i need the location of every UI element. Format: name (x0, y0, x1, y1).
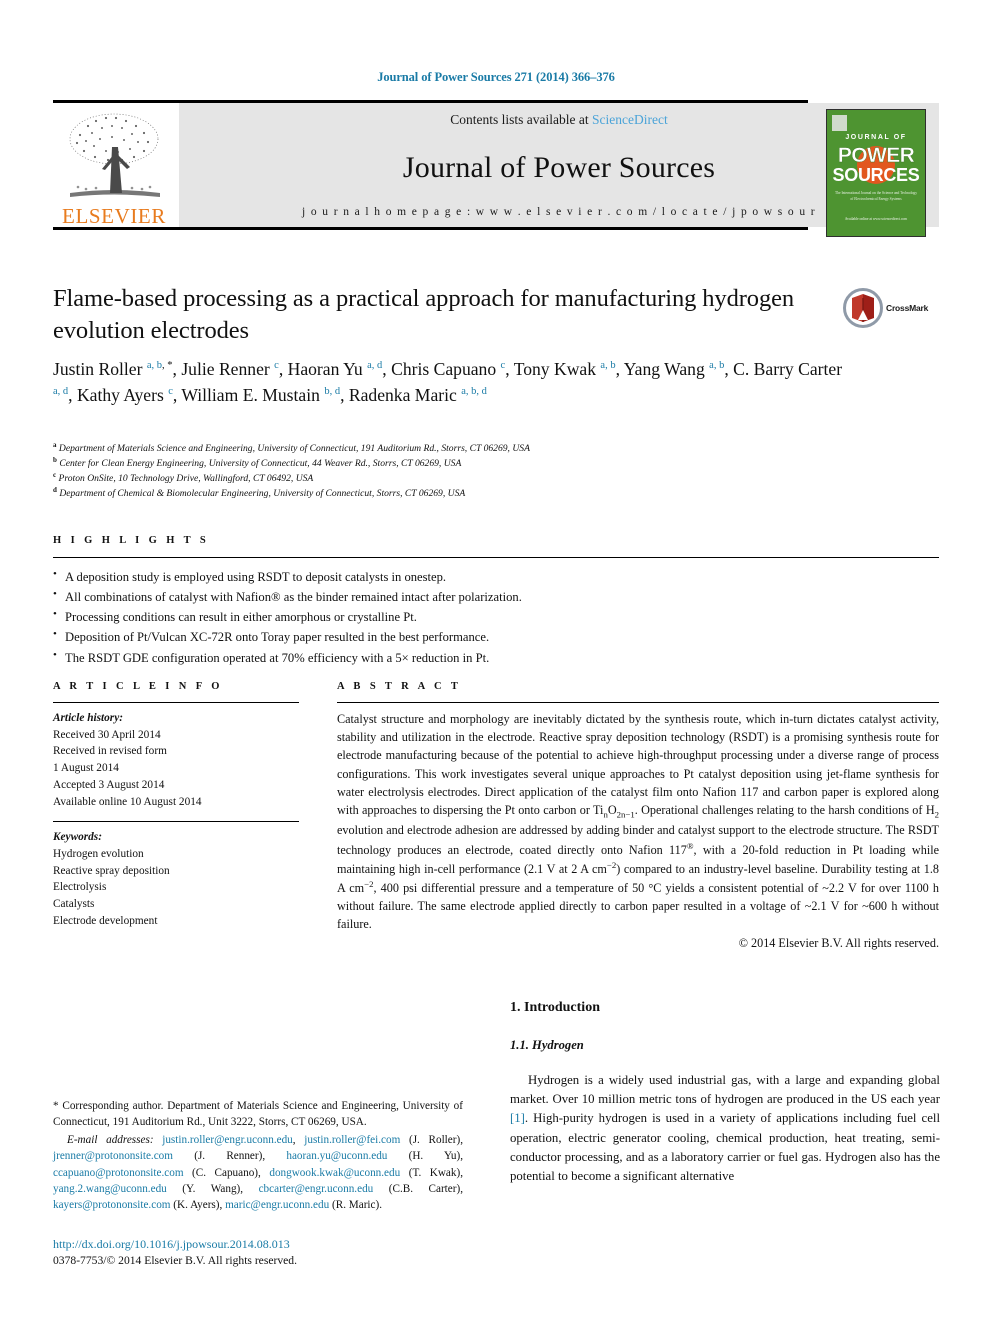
crossmark-icon (843, 288, 883, 328)
article-info-divider (53, 702, 299, 703)
affiliation-text: Department of Chemical & Biomolecular En… (59, 488, 466, 500)
paper-page: Journal of Power Sources 271 (2014) 366–… (0, 0, 992, 1323)
cover-journal-of-label: JOURNAL OF (845, 134, 907, 141)
list-item: A deposition study is employed using RSD… (53, 566, 939, 587)
contents-available-line: Contents lists available at ScienceDirec… (450, 112, 667, 128)
journal-title: Journal of Power Sources (402, 151, 716, 184)
list-item: The RSDT GDE configuration operated at 7… (53, 647, 939, 668)
email-addresses-label: E-mail addresses: (67, 1134, 154, 1147)
abstract-section: A B S T R A C T Catalyst structure and m… (337, 681, 939, 951)
history-item: 1 August 2014 (53, 762, 119, 775)
affiliation-marker: d (53, 486, 57, 495)
history-item: Received in revised form (53, 745, 167, 758)
affiliation-marker: c (53, 471, 57, 480)
highlights-section: H I G H L I G H T S A deposition study i… (53, 535, 939, 668)
affiliation-item: a Department of Materials Science and En… (53, 441, 883, 456)
abstract-heading: A B S T R A C T (337, 681, 462, 692)
section-heading-introduction: 1. Introduction (510, 1000, 600, 1015)
email-addresses-note: E-mail addresses: justin.roller@engr.uco… (53, 1132, 463, 1213)
footnote-column: * Corresponding author. Department of Ma… (53, 1098, 463, 1267)
abstract-divider (337, 702, 939, 703)
cover-sources-word: SOURCES (832, 165, 920, 185)
list-item: All combinations of catalyst with Nafion… (53, 586, 939, 607)
journal-header-box: Contents lists available at ScienceDirec… (179, 103, 939, 227)
issn-copyright-line: 0378-7753/© 2014 Elsevier B.V. All right… (53, 1253, 297, 1267)
title-block: Flame-based processing as a practical ap… (53, 283, 853, 348)
article-history-block: Article history: Received 30 April 2014 … (53, 710, 299, 810)
sciencedirect-link[interactable]: ScienceDirect (592, 112, 668, 127)
keywords-divider (53, 821, 299, 823)
cover-elsevier-mini-logo (832, 115, 847, 131)
journal-homepage-line[interactable]: j o u r n a l h o m e p a g e : w w w . … (302, 206, 816, 218)
article-info-heading: A R T I C L E I N F O (53, 681, 223, 692)
running-head: Journal of Power Sources 271 (2014) 366–… (377, 70, 615, 84)
introduction-column: 1. Introduction 1.1. Hydrogen Hydrogen i… (510, 1000, 940, 1186)
list-item: Processing conditions can result in eith… (53, 606, 939, 627)
abstract-copyright: © 2014 Elsevier B.V. All rights reserved… (738, 935, 939, 950)
elsevier-tree-icon (69, 113, 160, 197)
affiliation-list: a Department of Materials Science and En… (53, 441, 883, 502)
highlights-heading: H I G H L I G H T S (53, 535, 210, 546)
list-item: Deposition of Pt/Vulcan XC-72R onto Tora… (53, 626, 939, 647)
crossmark-label: CrossMark (886, 303, 929, 313)
elsevier-logo: ELSEVIER (53, 103, 175, 227)
page-title: Flame-based processing as a practical ap… (53, 285, 795, 345)
history-item: Received 30 April 2014 (53, 728, 161, 741)
affiliation-item: b Center for Clean Energy Engineering, U… (53, 456, 883, 471)
subsection-heading-hydrogen: 1.1. Hydrogen (510, 1038, 584, 1052)
masthead-bottom-rule (53, 227, 808, 230)
affiliation-item: d Department of Chemical & Biomolecular … (53, 486, 883, 501)
keywords-label: Keywords: (53, 831, 102, 844)
keyword-item: Electrolysis (53, 881, 107, 894)
journal-cover-thumbnail: JOURNAL OF POWER SOURCES The Internation… (826, 109, 926, 237)
article-history-label: Article history: (53, 712, 123, 724)
history-item: Accepted 3 August 2014 (53, 778, 165, 791)
crossmark-badge[interactable]: CrossMark (843, 286, 943, 330)
cover-editors-line: Available online at www.sciencedirect.co… (844, 216, 908, 221)
keywords-block: Keywords: Hydrogen evolution Reactive sp… (53, 829, 299, 929)
cover-blurb: The International Journal on the Science… (835, 191, 918, 202)
elsevier-wordmark: ELSEVIER (62, 204, 166, 228)
keyword-item: Electrode development (53, 914, 158, 927)
keyword-item: Reactive spray deposition (53, 864, 170, 877)
affiliation-text: Center for Clean Energy Engineering, Uni… (59, 458, 462, 470)
affiliation-text: Proton OnSite, 10 Technology Drive, Wall… (58, 473, 314, 485)
keyword-item: Catalysts (53, 898, 95, 911)
affiliation-marker: b (53, 455, 57, 464)
journal-masthead: ELSEVIER Contents lists available at Sci… (53, 100, 939, 237)
doi-link[interactable]: http://dx.doi.org/10.1016/j.jpowsour.201… (53, 1237, 463, 1252)
article-info-section: A R T I C L E I N F O Article history: R… (53, 681, 299, 930)
corresponding-author-note: * Corresponding author. Department of Ma… (53, 1100, 463, 1129)
affiliation-marker: a (53, 440, 57, 449)
affiliation-item: c Proton OnSite, 10 Technology Drive, Wa… (53, 471, 883, 486)
highlights-list: A deposition study is employed using RSD… (53, 566, 939, 668)
author-list: Justin Roller a, b, *, Julie Renner c, H… (53, 359, 843, 405)
history-item: Available online 10 August 2014 (53, 795, 202, 808)
keyword-item: Hydrogen evolution (53, 848, 144, 861)
abstract-body: Catalyst structure and morphology are in… (337, 712, 940, 932)
introduction-paragraph: Hydrogen is a widely used industrial gas… (510, 1073, 940, 1183)
contents-prefix-text: Contents lists available at (450, 112, 592, 127)
affiliation-text: Department of Materials Science and Engi… (58, 443, 530, 454)
highlights-divider (53, 557, 939, 558)
